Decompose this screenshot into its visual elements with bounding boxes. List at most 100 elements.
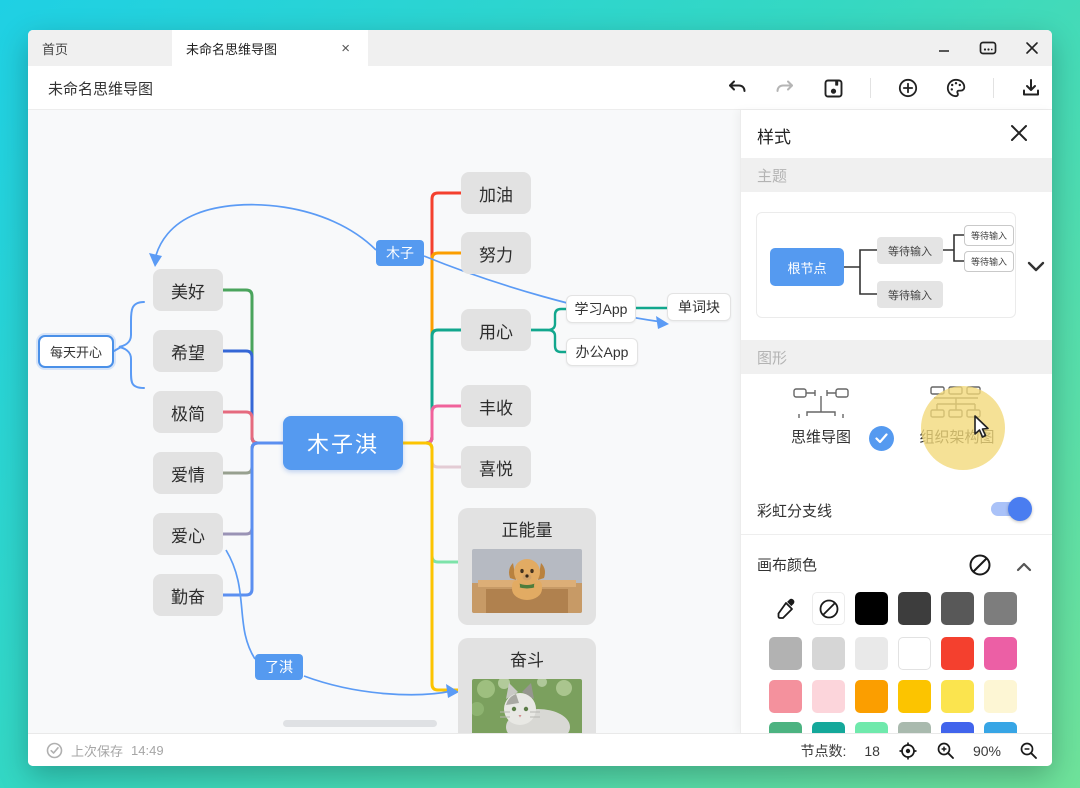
last-saved-label: 上次保存	[71, 741, 123, 760]
color-swatch[interactable]	[769, 637, 802, 670]
shape-mindmap-label[interactable]: 思维导图	[771, 426, 871, 447]
mindmap-node-positive[interactable]: 正能量	[458, 508, 596, 625]
color-swatch[interactable]	[812, 680, 845, 713]
mindmap-node-floating[interactable]: 每天开心	[38, 335, 114, 368]
toolbar: 未命名思维导图	[28, 66, 1052, 110]
color-swatch[interactable]	[898, 637, 931, 670]
node-count-label: 节点数:	[801, 741, 847, 761]
export-download-icon[interactable]	[1020, 77, 1042, 99]
zoom-level-value[interactable]: 90%	[973, 743, 1001, 759]
tab-document-label: 未命名思维导图	[186, 39, 277, 58]
color-swatch[interactable]	[769, 680, 802, 713]
collapse-chevron-icon[interactable]	[1007, 550, 1040, 583]
tab-home[interactable]: 首页	[28, 30, 172, 66]
undo-icon[interactable]	[726, 77, 748, 99]
color-swatch[interactable]	[984, 592, 1017, 625]
mindmap-tag-liaoqi[interactable]: 了淇	[255, 654, 303, 680]
theme-section-header: 主题	[741, 158, 1052, 192]
theme-palette-icon[interactable]	[945, 77, 967, 99]
mindmap-node-qinfen[interactable]: 勤奋	[153, 574, 223, 616]
mindmap-canvas[interactable]: 美好 希望 极简 爱情 爱心 勤奋 每天开心 木子淇 加油 努力 用心 丰收 喜…	[28, 110, 740, 733]
app-window: 首页 未命名思维导图 × 未命名思维导图	[28, 30, 1052, 766]
theme-preview-card[interactable]: 根节点 等待输入 等待输入 等待输入 等待输入	[756, 212, 1016, 318]
branch-line-jijian	[223, 412, 283, 443]
color-swatch[interactable]	[855, 637, 888, 670]
theme-preview-child: 等待输入	[877, 237, 943, 264]
mindmap-node-nuli[interactable]: 努力	[461, 232, 531, 274]
eyedropper-icon[interactable]	[769, 592, 802, 625]
color-swatch[interactable]	[984, 637, 1017, 670]
shape-section-label: 图形	[757, 347, 787, 368]
theme-expand-chevron-icon[interactable]	[1025, 255, 1047, 277]
theme-preview-subchild: 等待输入	[964, 225, 1014, 246]
workarea: 美好 希望 极简 爱情 爱心 勤奋 每天开心 木子淇 加油 努力 用心 丰收 喜…	[28, 110, 1052, 733]
last-saved-time: 14:49	[131, 743, 164, 758]
color-swatch[interactable]	[941, 637, 974, 670]
mindmap-shape-icon[interactable]	[793, 386, 849, 422]
color-swatch[interactable]	[855, 592, 888, 625]
mindmap-tag-muzi[interactable]: 木子	[376, 240, 424, 266]
branch-line-qinfen	[223, 443, 283, 595]
panel-close-icon[interactable]	[1008, 122, 1030, 144]
mindmap-node-struggle[interactable]: 奋斗	[458, 638, 596, 733]
color-swatch[interactable]	[812, 637, 845, 670]
mindmap-node-xiwang[interactable]: 希望	[153, 330, 223, 372]
resize-window-icon[interactable]	[978, 38, 998, 58]
document-title: 未命名思维导图	[48, 78, 153, 99]
tab-document[interactable]: 未命名思维导图 ×	[172, 30, 368, 66]
close-window-icon[interactable]	[1022, 38, 1042, 58]
color-swatch[interactable]	[984, 680, 1017, 713]
window-controls	[934, 30, 1042, 66]
horizontal-scrollbar[interactable]	[283, 720, 437, 727]
toggle-knob	[1008, 497, 1032, 521]
image-node-title: 奋斗	[472, 646, 582, 671]
status-bar: 上次保存 14:49 节点数: 18 90%	[28, 733, 1052, 766]
tab-bar: 首页 未命名思维导图 ×	[28, 30, 1052, 66]
style-panel-title: 样式	[757, 123, 791, 148]
tab-close-icon[interactable]: ×	[337, 40, 354, 57]
zoom-out-icon[interactable]	[1019, 741, 1038, 760]
zoom-in-icon[interactable]	[936, 741, 955, 760]
mindmap-node-word-block[interactable]: 单词块	[667, 293, 731, 321]
no-fill-swatch[interactable]	[812, 592, 845, 625]
relation-arrow-to-fendou	[304, 676, 452, 695]
image-node-title: 正能量	[472, 516, 582, 541]
shape-section-header: 图形	[741, 340, 1052, 374]
theme-section-label: 主题	[757, 165, 787, 186]
color-swatch[interactable]	[941, 680, 974, 713]
minimize-icon[interactable]	[934, 38, 954, 58]
mindmap-node-jijian[interactable]: 极简	[153, 391, 223, 433]
redo-icon[interactable]	[774, 77, 796, 99]
theme-preview-root: 根节点	[770, 248, 844, 286]
color-swatch[interactable]	[898, 680, 931, 713]
mindmap-node-office-app[interactable]: 办公App	[566, 338, 638, 366]
mindmap-node-yongxin[interactable]: 用心	[461, 309, 531, 351]
theme-preview-subchild: 等待输入	[964, 251, 1014, 272]
color-swatch[interactable]	[941, 592, 974, 625]
tab-home-label: 首页	[42, 39, 68, 58]
mindmap-node-meihao[interactable]: 美好	[153, 269, 223, 311]
mindmap-node-jiayou[interactable]: 加油	[461, 172, 531, 214]
subbranch-line-office	[531, 330, 566, 352]
rainbow-branch-label: 彩虹分支线	[757, 500, 832, 521]
no-color-icon[interactable]	[963, 548, 996, 581]
relation-arrow-to-meihao	[155, 205, 376, 259]
mindmap-node-xiyue[interactable]: 喜悦	[461, 446, 531, 488]
mindmap-root-node[interactable]: 木子淇	[283, 416, 403, 470]
color-swatch[interactable]	[898, 592, 931, 625]
color-swatch[interactable]	[855, 680, 888, 713]
mindmap-node-study-app[interactable]: 学习App	[566, 295, 636, 323]
theme-preview-child: 等待输入	[877, 281, 943, 308]
add-node-icon[interactable]	[897, 77, 919, 99]
mindmap-node-fengshou[interactable]: 丰收	[461, 385, 531, 427]
mindmap-node-aiqing[interactable]: 爱情	[153, 452, 223, 494]
mindmap-node-aixin[interactable]: 爱心	[153, 513, 223, 555]
node-count-value: 18	[864, 743, 880, 759]
locate-center-icon[interactable]	[898, 741, 918, 761]
rainbow-branch-toggle[interactable]	[991, 502, 1029, 516]
branch-line-fengshou	[403, 406, 461, 443]
toolbar-divider	[870, 78, 871, 98]
canvas-color-label: 画布颜色	[757, 554, 817, 575]
save-icon[interactable]	[822, 77, 844, 99]
divider	[741, 534, 1052, 535]
